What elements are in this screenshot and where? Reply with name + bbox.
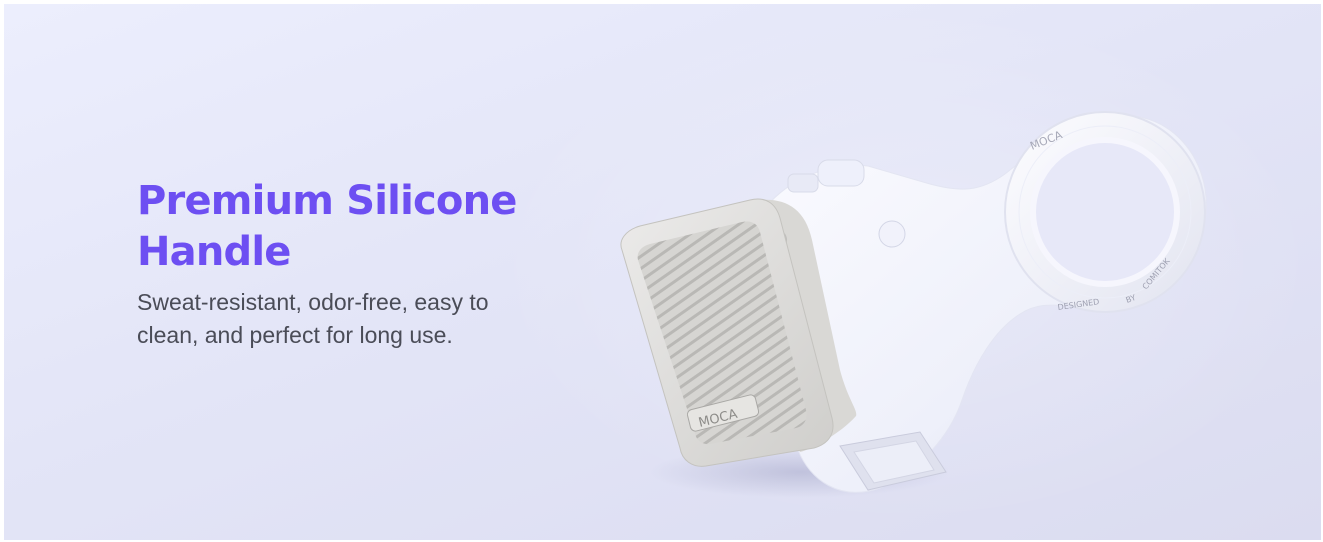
ring-opening xyxy=(1030,137,1180,287)
control-knob xyxy=(878,220,906,248)
feature-copy: Premium Silicone Handle Sweat-resistant,… xyxy=(137,176,577,352)
side-button xyxy=(787,173,819,193)
feature-headline: Premium Silicone Handle xyxy=(137,178,517,275)
feature-description: Sweat-resistant, odor-free, easy to clea… xyxy=(137,289,489,348)
silicone-handle-illustration: MOCA DESIGNED BY COMITOK MOCA xyxy=(620,111,1207,498)
product-feature-banner: Premium Silicone Handle Sweat-resistant,… xyxy=(4,4,1321,540)
product-image: MOCA DESIGNED BY COMITOK MOCA xyxy=(600,100,1220,520)
top-button xyxy=(817,159,865,187)
